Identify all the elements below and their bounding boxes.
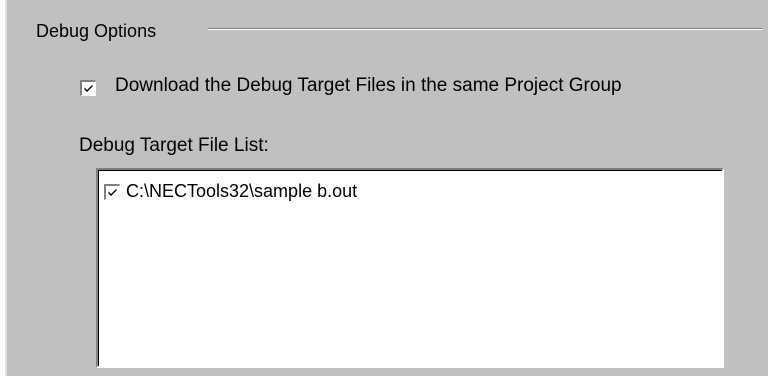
groupbox-divider (208, 28, 762, 30)
checkmark-icon (84, 84, 93, 92)
panel-edge-shadow (5, 0, 7, 376)
list-item-path: C:\NECTools32\sample b.out (126, 181, 358, 201)
download-checkbox-label[interactable]: Download the Debug Target Files in the s… (115, 74, 622, 98)
listbox-inner-border (98, 170, 99, 366)
debug-options-panel: Debug Options Download the Debug Target … (0, 0, 768, 376)
listbox-inner-border (98, 170, 722, 171)
group-title: Debug Options (36, 21, 157, 41)
list-item-checkbox[interactable] (104, 184, 120, 200)
target-file-listbox[interactable]: C:\NECTools32\sample b.out (96, 168, 724, 368)
target-file-list-label: Debug Target File List: (79, 135, 269, 156)
checkmark-icon (108, 188, 117, 196)
download-checkbox[interactable] (80, 80, 96, 96)
